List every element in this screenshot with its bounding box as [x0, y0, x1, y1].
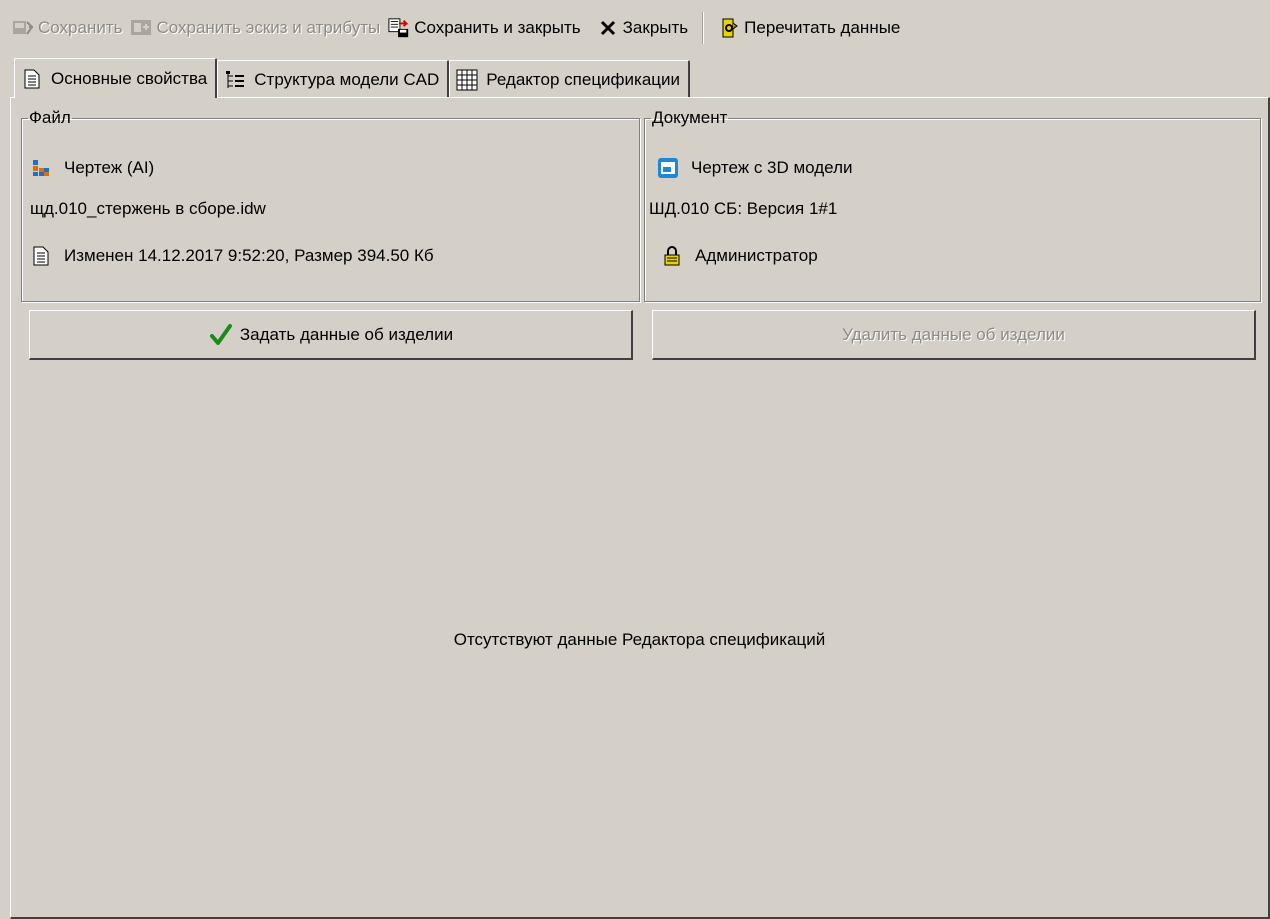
- save-label: Сохранить: [38, 18, 123, 37]
- table-grid-icon: [456, 69, 478, 91]
- lock-icon: [661, 245, 683, 267]
- tab-cad-structure-label: Структура модели CAD: [254, 69, 440, 89]
- save-sketch-icon: [130, 17, 152, 39]
- empty-spec-message: Отсутствуют данные Редактора спецификаци…: [453, 630, 826, 649]
- file-info-text: Изменен 14.12.2017 9:52:20, Размер 394.5…: [64, 246, 434, 265]
- toolbar: Сохранить Сохранить эскиз и атрибуты Сох…: [0, 0, 1270, 56]
- tab-basic-properties-label: Основные свойства: [51, 68, 208, 88]
- drawing-type-icon: [30, 157, 52, 179]
- file-group: Файл Чертеж (AI) щд.010_стержень в сборе…: [21, 109, 640, 302]
- document-owner-text: Администратор: [695, 246, 818, 265]
- document-designation-text: ШД.010 СБ: Версия 1#1: [649, 199, 838, 218]
- save-sketch-attributes-button[interactable]: Сохранить эскиз и атрибуты: [128, 13, 386, 43]
- file-group-legend: Файл: [29, 108, 71, 127]
- tab-cad-structure[interactable]: Структура модели CAD: [217, 60, 450, 98]
- document-icon: [30, 245, 52, 267]
- file-name-text: щд.010_стержень в сборе.idw: [30, 199, 266, 218]
- reread-data-button[interactable]: Перечитать данные: [716, 13, 906, 43]
- tab-strip: Основные свойства Структура модели CAD Р…: [14, 58, 691, 98]
- close-icon: [597, 17, 619, 39]
- close-label: Закрыть: [622, 18, 689, 37]
- document-group-legend: Документ: [652, 108, 728, 127]
- save-close-icon: [388, 17, 410, 39]
- delete-product-data-button[interactable]: Удалить данные об изделии: [652, 310, 1256, 360]
- document-type-text: Чертеж с 3D модели: [691, 158, 853, 177]
- file-type-row: Чертеж (AI): [30, 157, 154, 179]
- tree-structure-icon: [224, 69, 246, 91]
- tab-spec-editor-label: Редактор спецификации: [486, 69, 681, 89]
- save-icon: [12, 17, 34, 39]
- document-icon: [21, 68, 43, 90]
- document-type-row: Чертеж с 3D модели: [657, 157, 853, 179]
- tab-spec-editor[interactable]: Редактор спецификации: [449, 60, 691, 98]
- document-owner-row: Администратор: [661, 245, 818, 267]
- delete-product-data-label: Удалить данные об изделии: [842, 324, 1065, 344]
- tab-content-panel: Файл Чертеж (AI) щд.010_стержень в сборе…: [10, 97, 1270, 919]
- file-info-row: Изменен 14.12.2017 9:52:20, Размер 394.5…: [30, 245, 434, 267]
- save-sketch-label: Сохранить эскиз и атрибуты: [156, 18, 381, 37]
- checkmark-icon: [208, 322, 234, 348]
- tab-basic-properties[interactable]: Основные свойства: [14, 58, 218, 98]
- set-product-data-label: Задать данные об изделии: [239, 324, 454, 344]
- save-close-label: Сохранить и закрыть: [414, 18, 581, 37]
- document-designation-row: ШД.010 СБ: Версия 1#1: [649, 199, 837, 219]
- reread-label: Перечитать данные: [744, 18, 901, 37]
- application-window: Сохранить Сохранить эскиз и атрибуты Сох…: [0, 0, 1270, 919]
- save-and-close-button[interactable]: Сохранить и закрыть: [386, 13, 586, 43]
- file-name-row: щд.010_стержень в сборе.idw: [30, 199, 266, 219]
- close-button[interactable]: Закрыть: [595, 13, 694, 43]
- save-button[interactable]: Сохранить: [10, 13, 128, 43]
- reread-icon: [718, 17, 740, 39]
- document-group: Документ Чертеж с 3D модели ШД.010 СБ: В…: [644, 109, 1261, 302]
- toolbar-separator: [702, 12, 705, 44]
- set-product-data-button[interactable]: Задать данные об изделии: [29, 310, 633, 360]
- model-drawing-icon: [657, 157, 679, 179]
- file-type-text: Чертеж (AI): [64, 158, 155, 177]
